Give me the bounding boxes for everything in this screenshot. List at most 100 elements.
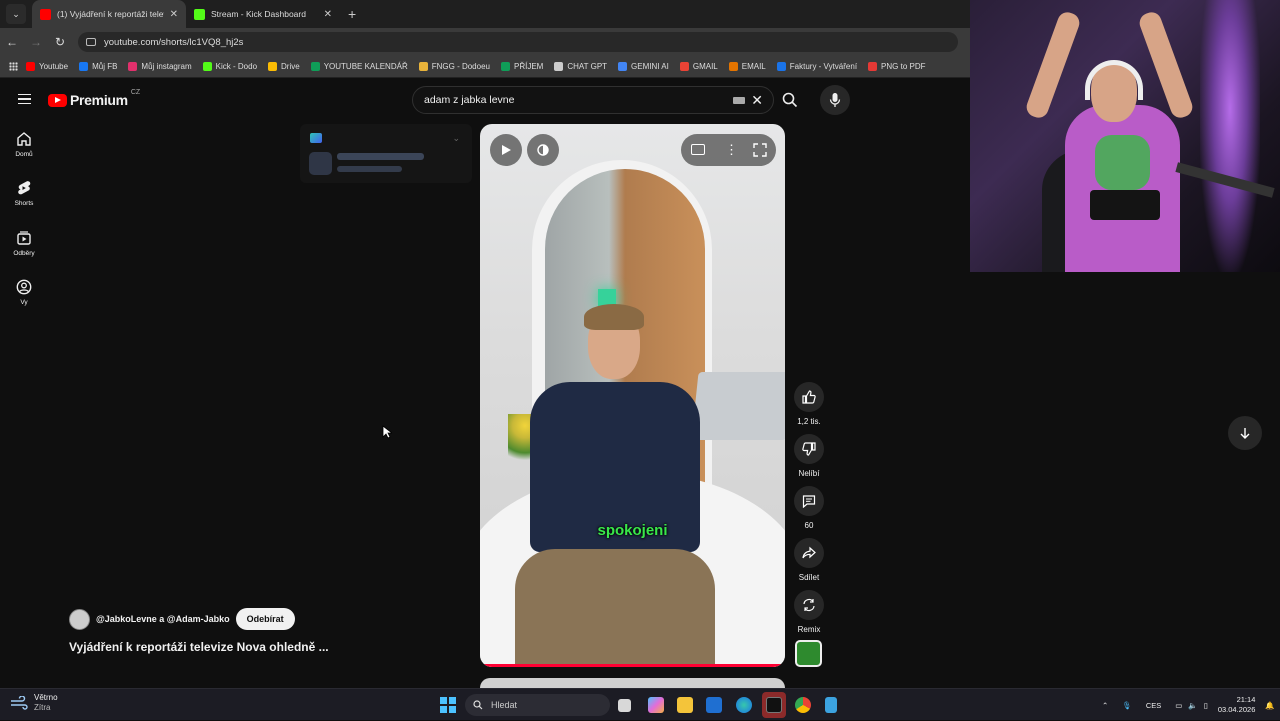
- bookmark-label: CHAT GPT: [567, 62, 608, 71]
- tab-search-button[interactable]: ⌄: [6, 4, 26, 24]
- bookmark-favicon-icon: [310, 62, 320, 71]
- keyboard-icon[interactable]: [733, 97, 745, 104]
- captions-icon[interactable]: [691, 144, 705, 155]
- subscribe-button[interactable]: Odebírat: [235, 608, 295, 630]
- channel-avatar[interactable]: [69, 608, 90, 630]
- youtube-play-logo-icon: [48, 93, 67, 107]
- bookmark-item[interactable]: PŘÍJEM: [500, 62, 544, 71]
- arrow-down-icon: [1240, 428, 1250, 439]
- bookmark-favicon-icon: [268, 62, 278, 71]
- dislike-label: Nelíbí: [798, 469, 820, 478]
- weather-widget[interactable]: Větrno Zítra: [10, 693, 58, 713]
- chevron-up-icon[interactable]: ⌃: [1102, 701, 1108, 710]
- new-tab-icon[interactable]: +: [348, 6, 356, 22]
- reload-icon[interactable]: ↻: [48, 35, 72, 49]
- mute-button[interactable]: [527, 134, 559, 166]
- bookmark-favicon-icon: [618, 62, 628, 71]
- task-view-icon[interactable]: [618, 699, 631, 712]
- terminal-icon[interactable]: [766, 697, 782, 713]
- voice-search-button[interactable]: [820, 85, 850, 115]
- bookmark-item[interactable]: GEMINI AI: [618, 62, 669, 71]
- youtube-premium-logo[interactable]: Premium CZ: [48, 89, 140, 108]
- camera-rig: [1090, 190, 1160, 220]
- tab-youtube-shorts[interactable]: (1) Vyjádření k reportáži televize ✕: [32, 0, 186, 28]
- progress-bar[interactable]: [480, 664, 785, 667]
- file-explorer-icon[interactable]: [677, 697, 693, 713]
- chevron-down-icon: ⌄: [452, 133, 460, 143]
- shorts-icon: [18, 181, 31, 195]
- close-tab-icon[interactable]: ✕: [170, 9, 178, 20]
- sound-thumbnail[interactable]: [795, 640, 822, 667]
- bookmark-label: GMAIL: [692, 62, 718, 71]
- nav-label: Shorts: [14, 200, 34, 207]
- forward-arrow-icon[interactable]: →: [24, 35, 48, 49]
- weather-sub: Zítra: [34, 703, 51, 712]
- speaker-icon[interactable]: 🔈: [1188, 701, 1197, 710]
- bookmark-item[interactable]: Kick - Dodo: [202, 62, 257, 71]
- battery-icon[interactable]: ▯: [1204, 701, 1208, 710]
- windows-start-button[interactable]: [440, 697, 456, 713]
- bookmark-item[interactable]: Můj FB: [79, 62, 117, 71]
- edge-icon[interactable]: [736, 697, 752, 713]
- dislike-button[interactable]: Nelíbí: [793, 434, 825, 478]
- site-info-icon[interactable]: [86, 38, 96, 46]
- taskbar-search-placeholder: Hledat: [491, 700, 518, 710]
- network-icon[interactable]: ▭: [1175, 701, 1182, 710]
- bookmark-item[interactable]: EMAIL: [728, 62, 766, 71]
- clear-search-icon[interactable]: ✕: [751, 92, 763, 109]
- search-button[interactable]: [775, 86, 805, 114]
- bookmark-item[interactable]: CHAT GPT: [554, 62, 607, 71]
- comments-button[interactable]: 60: [793, 486, 825, 530]
- nav-subscriptions[interactable]: Odběry: [0, 230, 48, 257]
- play-button[interactable]: [490, 134, 522, 166]
- video-title[interactable]: Vyjádření k reportáži televize Nova ohle…: [69, 640, 329, 654]
- nav-shorts[interactable]: Shorts: [0, 180, 48, 207]
- nav-you[interactable]: Vy: [0, 279, 48, 306]
- bookmark-item[interactable]: GMAIL: [679, 62, 718, 71]
- laptop: [691, 372, 785, 440]
- share-button[interactable]: Sdílet: [793, 538, 825, 582]
- tab-kick-dashboard[interactable]: Stream - Kick Dashboard ✕: [186, 0, 340, 28]
- bookmark-item[interactable]: PNG to PDF: [868, 62, 926, 71]
- chrome-icon[interactable]: [795, 697, 811, 713]
- bookmark-item[interactable]: Drive: [268, 62, 300, 71]
- search-icon: [782, 92, 798, 108]
- loading-logo-icon: [310, 133, 322, 143]
- shorts-video-player[interactable]: i levn spokojeni ⋮: [480, 124, 785, 667]
- outlook-icon[interactable]: [706, 697, 722, 713]
- fullscreen-icon[interactable]: [753, 143, 767, 157]
- language-indicator[interactable]: CES: [1146, 701, 1161, 710]
- channel-name[interactable]: @JabkoLevne a @Adam-Jabko: [96, 614, 230, 624]
- browser-tab-strip: ⌄ (1) Vyjádření k reportáži televize ✕ S…: [0, 0, 970, 28]
- back-arrow-icon[interactable]: ←: [0, 35, 24, 49]
- bookmark-item[interactable]: FNGG - Dodoeu: [418, 62, 490, 71]
- remix-button[interactable]: Remix: [793, 590, 825, 634]
- bookmark-item[interactable]: YOUTUBE KALENDÁŘ: [310, 62, 408, 71]
- like-button[interactable]: 1,2 tis.: [793, 382, 825, 426]
- bookmark-item[interactable]: Faktury - Vytváření: [776, 62, 857, 71]
- comment-icon: [802, 495, 816, 508]
- notepad-icon[interactable]: [825, 697, 837, 713]
- apps-grid-icon[interactable]: [9, 62, 18, 71]
- nav-label: Vy: [20, 299, 28, 306]
- bookmark-item[interactable]: Můj instagram: [128, 62, 192, 71]
- purple-light: [1200, 0, 1260, 272]
- menu-icon[interactable]: [18, 94, 31, 104]
- notification-bell-icon[interactable]: 🔔: [1265, 701, 1274, 710]
- search-input[interactable]: adam z jabka levne ✕: [412, 86, 774, 114]
- share-label: Sdílet: [798, 573, 820, 582]
- bookmark-label: PŘÍJEM: [513, 62, 544, 71]
- address-bar[interactable]: youtube.com/shorts/lc1VQ8_hj2s: [78, 32, 958, 52]
- copilot-icon[interactable]: [648, 697, 664, 713]
- microphone-icon[interactable]: 🎙: [1122, 701, 1132, 710]
- bookmark-favicon-icon: [418, 62, 428, 71]
- close-tab-icon[interactable]: ✕: [324, 9, 332, 20]
- bookmark-item[interactable]: Youtube: [26, 62, 68, 71]
- taskbar-search[interactable]: Hledat: [465, 694, 610, 716]
- clock[interactable]: 21:14 03.04.2026: [1218, 695, 1256, 715]
- bookmark-favicon-icon: [679, 62, 689, 71]
- search-icon: [473, 700, 483, 710]
- nav-home[interactable]: Domů: [0, 131, 48, 158]
- more-options-icon[interactable]: ⋮: [725, 141, 738, 159]
- next-video-button[interactable]: [1228, 416, 1262, 450]
